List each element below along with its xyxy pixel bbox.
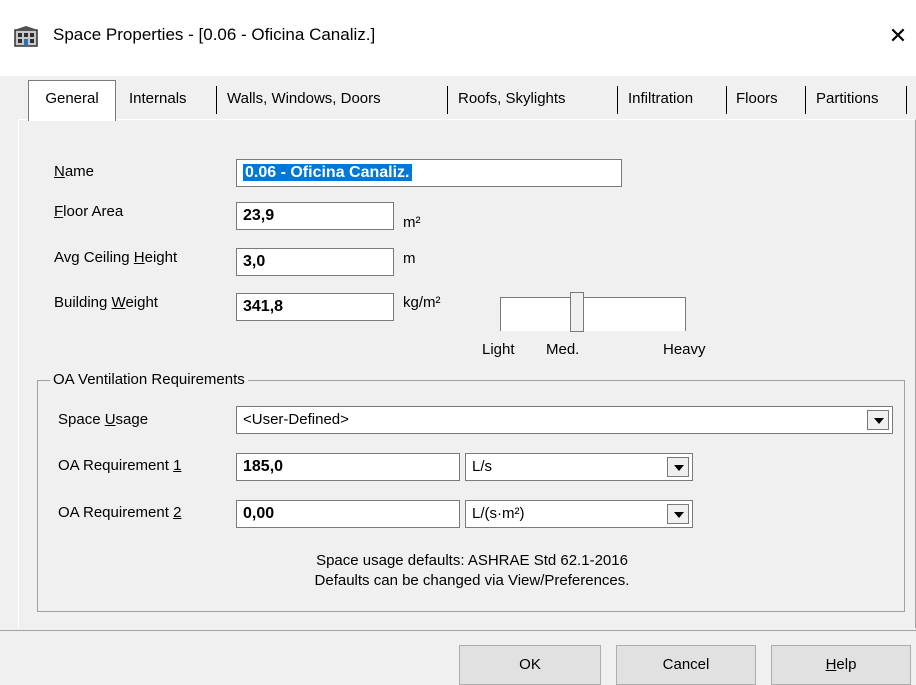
oa-req1-unit-value: L/s xyxy=(472,458,493,475)
tab-walls-windows-doors[interactable]: Walls, Windows, Doors xyxy=(227,83,381,115)
oa-req2-label: OA Requirement 2 xyxy=(58,504,182,521)
oa-req2-field[interactable]: 0,00 xyxy=(236,500,460,528)
oa-req2-unit-dropdown[interactable]: L/(s·m²) xyxy=(465,500,693,528)
tab-roofs-skylights[interactable]: Roofs, Skylights xyxy=(458,83,566,115)
chevron-down-icon[interactable] xyxy=(667,457,689,477)
floor-area-field[interactable]: 23,9 xyxy=(236,202,394,230)
chevron-down-icon[interactable] xyxy=(667,504,689,524)
tab-separator xyxy=(216,86,217,114)
tab-separator xyxy=(447,86,448,114)
tab-partitions[interactable]: Partitions xyxy=(816,83,879,115)
building-weight-slider[interactable] xyxy=(500,297,686,331)
building-weight-unit: kg/m² xyxy=(403,294,441,311)
window-title: Space Properties - [0.06 - Oficina Canal… xyxy=(53,25,376,44)
tab-separator xyxy=(805,86,806,114)
cancel-button[interactable]: Cancel xyxy=(616,645,756,685)
slider-label-heavy: Heavy xyxy=(663,341,706,358)
close-icon[interactable]: ✕ xyxy=(880,18,916,54)
tab-internals[interactable]: Internals xyxy=(129,83,187,115)
tab-separator xyxy=(726,86,727,114)
tab-infiltration[interactable]: Infiltration xyxy=(628,83,693,115)
tab-separator xyxy=(617,86,618,114)
space-usage-label: Space Usage xyxy=(58,411,149,428)
help-button[interactable]: Help xyxy=(771,645,911,685)
building-weight-label: Building Weight xyxy=(54,294,158,311)
slider-thumb[interactable] xyxy=(570,292,584,332)
oa-req1-unit-dropdown[interactable]: L/s xyxy=(465,453,693,481)
divider xyxy=(0,630,916,631)
defaults-note-line2: Defaults can be changed via View/Prefere… xyxy=(314,572,630,589)
ceiling-height-label: Avg Ceiling Height xyxy=(54,249,178,266)
oa-req2-unit-value: L/(s·m²) xyxy=(472,505,525,522)
floor-area-unit: m² xyxy=(403,214,421,231)
defaults-note-line1: Space usage defaults: ASHRAE Std 62.1-20… xyxy=(316,552,628,569)
oa-req1-label: OA Requirement 1 xyxy=(58,457,182,474)
slider-label-med: Med. xyxy=(546,341,580,358)
chevron-down-icon[interactable] xyxy=(867,410,889,430)
name-label: Name xyxy=(54,163,95,180)
slider-label-light: Light xyxy=(482,341,515,358)
space-usage-value: <User-Defined> xyxy=(243,411,349,428)
oa-req1-field[interactable]: 185,0 xyxy=(236,453,460,481)
tab-general[interactable]: General xyxy=(28,80,116,121)
ok-button[interactable]: OK xyxy=(459,645,601,685)
building-weight-field[interactable]: 341,8 xyxy=(236,293,394,321)
floor-area-label: Floor Area xyxy=(54,203,124,220)
building-icon xyxy=(14,26,38,47)
oa-group-title: OA Ventilation Requirements xyxy=(50,371,248,389)
name-field[interactable]: 0.06 - Oficina Canaliz. xyxy=(236,159,622,187)
ceiling-height-unit: m xyxy=(403,250,416,267)
ceiling-height-field[interactable]: 3,0 xyxy=(236,248,394,276)
tab-separator xyxy=(906,86,907,114)
tab-floors[interactable]: Floors xyxy=(736,83,778,115)
space-usage-dropdown[interactable]: <User-Defined> xyxy=(236,406,893,434)
